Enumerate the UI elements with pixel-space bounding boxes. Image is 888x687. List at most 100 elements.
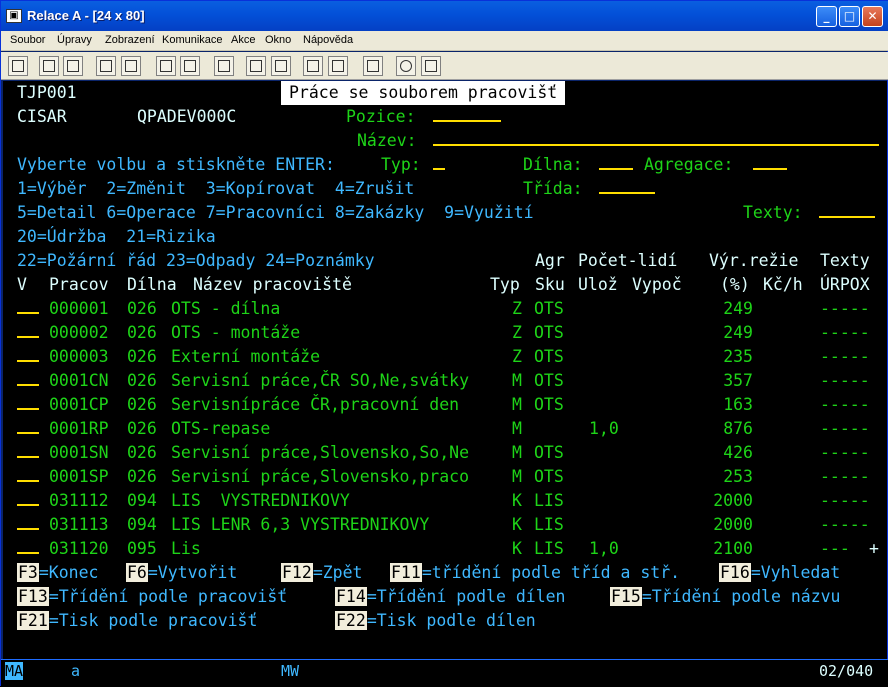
record-pracov: 0001CP	[49, 395, 109, 414]
fkey-label: =Třídění podle názvu	[641, 587, 841, 606]
table-row: 0001CN 026 Servisní práce,ČR SO,Ne,svátky M…	[3, 369, 887, 393]
pencil-icon[interactable]	[421, 56, 441, 76]
record-nazev: Servisní práce,Slovensko,praco	[171, 467, 470, 486]
menu-zobrazeni[interactable]: Zobrazení	[105, 34, 155, 46]
nazev-input[interactable]	[433, 129, 879, 146]
trida-input[interactable]	[599, 177, 655, 194]
typ-input[interactable]	[433, 153, 445, 170]
record-icon[interactable]	[246, 56, 266, 76]
paste-icon[interactable]	[63, 56, 83, 76]
row-option-input[interactable]	[17, 393, 39, 410]
fkey-f6[interactable]: F6=Vytvořit	[126, 561, 237, 585]
globe-icon[interactable]	[396, 56, 416, 76]
row-option-input[interactable]	[17, 489, 39, 506]
macro-list-icon[interactable]	[328, 56, 348, 76]
record-pracov: 0001SN	[49, 443, 109, 462]
header-agr: Agr	[535, 251, 565, 270]
maximize-button[interactable]: □	[839, 6, 860, 27]
record-sku: OTS	[534, 395, 564, 414]
table-row: 0001CP 026 Servisnípráce ČR,pracovní den M O…	[3, 393, 887, 417]
status-bar: MA a MW 02/040	[1, 659, 888, 687]
header-pocet-lidi: Počet-lidí	[578, 251, 678, 270]
agregace-input[interactable]	[753, 153, 787, 170]
menu-komunikace[interactable]: Komunikace	[162, 34, 223, 46]
status-mode: MA	[5, 662, 24, 680]
record-texty: -----	[820, 299, 870, 318]
keyboard-icon[interactable]	[180, 56, 200, 76]
display-icon[interactable]	[156, 56, 176, 76]
header-dilna: Dílna	[127, 275, 177, 294]
dilna-input[interactable]	[599, 153, 633, 170]
fkey-label: =Třídění podle pracovišť	[48, 587, 288, 606]
pozice-input[interactable]	[433, 105, 501, 122]
print-screen-icon[interactable]	[8, 56, 28, 76]
record-pracov: 000002	[49, 323, 109, 342]
record-typ: M	[512, 395, 522, 414]
stop-icon[interactable]	[303, 56, 323, 76]
fkey-f12[interactable]: F12=Zpět	[281, 561, 362, 585]
fkey-label: =Vytvořit	[147, 563, 238, 582]
fkey-key: F22	[335, 611, 367, 630]
record-typ: Z	[512, 299, 522, 318]
options-line-3: 20=Údržba 21=Rizika	[17, 227, 216, 246]
row-option-input[interactable]	[17, 297, 39, 314]
minimize-button[interactable]: _	[816, 6, 837, 27]
fkey-label: =třídění podle tříd a stř.	[421, 563, 681, 582]
row-option-input[interactable]	[17, 345, 39, 362]
typ-label: Typ:	[381, 155, 421, 174]
menu-upravy[interactable]: Úpravy	[57, 34, 92, 46]
menu-akce[interactable]: Akce	[231, 34, 255, 46]
fkey-f14[interactable]: F14=Třídění podle dílen	[335, 585, 566, 609]
fkey-f16[interactable]: F16=Vyhledat	[719, 561, 840, 585]
terminal-icon[interactable]: ▣	[6, 9, 22, 23]
texty-label: Texty:	[743, 203, 803, 222]
copy-icon[interactable]	[39, 56, 59, 76]
record-pracov: 0001RP	[49, 419, 109, 438]
row-option-input[interactable]	[17, 369, 39, 386]
row-option-input[interactable]	[17, 417, 39, 434]
fkey-line: F21=Tisk podle pracovišť F22=Tisk podle d…	[3, 609, 887, 633]
menu-napoveda[interactable]: Nápověda	[303, 34, 353, 46]
close-button[interactable]: ✕	[862, 6, 883, 27]
clipboard-icon[interactable]	[363, 56, 383, 76]
fkey-f22[interactable]: F22=Tisk podle dílen	[335, 609, 536, 633]
record-dilna: 026	[127, 467, 157, 486]
record-dilna: 094	[127, 491, 157, 510]
menu-soubor[interactable]: Soubor	[10, 34, 45, 46]
fkey-line: F3=Konec F6=Vytvořit F12=Zpět F11=třídění p…	[3, 561, 887, 585]
fkey-f3[interactable]: F3=Konec	[17, 561, 98, 585]
options-line-1: 1=Výběr 2=Změnit 3=Kopírovat 4=Zrušit	[17, 179, 415, 198]
row-option-input[interactable]	[17, 441, 39, 458]
texty-input[interactable]	[819, 201, 875, 218]
send-icon[interactable]	[96, 56, 116, 76]
nazev-label: Název:	[357, 131, 417, 150]
row-option-input[interactable]	[17, 513, 39, 530]
row-option-input[interactable]	[17, 321, 39, 338]
fkey-f13[interactable]: F13=Třídění podle pracovišť	[17, 585, 287, 609]
record-dilna: 026	[127, 443, 157, 462]
fkey-f15[interactable]: F15=Třídění podle názvu	[610, 585, 841, 609]
record-pracov: 0001CN	[49, 371, 109, 390]
title-bar[interactable]: ▣ Relace A - [24 x 80] _ □ ✕	[1, 1, 888, 31]
menu-okno[interactable]: Okno	[265, 34, 291, 46]
system-id: TJP001	[17, 83, 77, 102]
terminal-screen[interactable]: TJP001 Práce se souborem pracovišť CISAR…	[3, 81, 887, 659]
record-pracov: 000003	[49, 347, 109, 366]
receive-icon[interactable]	[121, 56, 141, 76]
play-icon[interactable]	[271, 56, 291, 76]
record-texty: -----	[820, 515, 870, 534]
header-urpox: ÚRPOX	[820, 275, 870, 294]
row-option-input[interactable]	[17, 465, 39, 482]
fkey-f21[interactable]: F21=Tisk podle pracovišť	[17, 609, 257, 633]
fkey-key: F21	[17, 611, 49, 630]
record-dilna: 026	[127, 371, 157, 390]
record-texty: -----	[820, 395, 870, 414]
fkey-f11[interactable]: F11=třídění podle tříd a stř.	[390, 561, 680, 585]
macro-icon[interactable]	[214, 56, 234, 76]
fkey-label: =Tisk podle pracovišť	[48, 611, 258, 630]
table-row: 000003 026 Externí montáže Z OTS 235 -----	[3, 345, 887, 369]
record-typ: M	[512, 371, 522, 390]
record-sku: OTS	[534, 467, 564, 486]
record-dilna: 026	[127, 347, 157, 366]
record-vyr: 249	[723, 299, 753, 318]
